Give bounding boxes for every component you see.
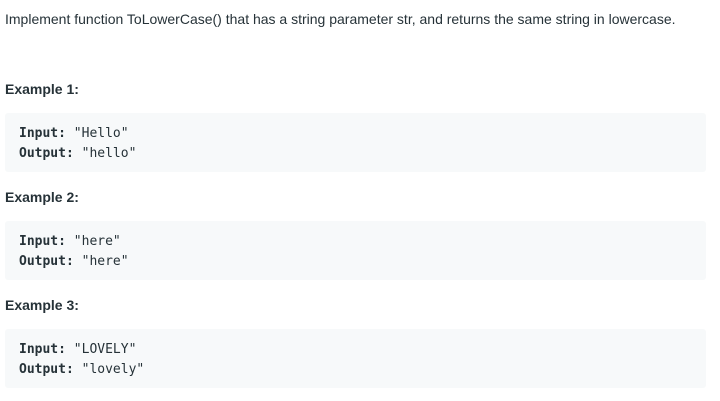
output-label: Output: [19, 146, 74, 161]
output-value: "hello" [73, 146, 137, 161]
output-label: Output: [19, 254, 74, 269]
example-2-output-line: Output: "here" [19, 252, 706, 272]
example-1-code-block: Input: "Hello" Output: "hello" [5, 113, 706, 172]
example-3-code-block: Input: "LOVELY" Output: "lovely" [5, 329, 706, 388]
output-label: Output: [19, 362, 74, 377]
input-label: Input: [19, 342, 66, 357]
example-1-heading: Example 1: [5, 81, 79, 97]
example-2-code-block: Input: "here" Output: "here" [5, 221, 706, 280]
problem-description: Implement function ToLowerCase() that ha… [5, 11, 676, 27]
input-value: "LOVELY" [65, 342, 137, 357]
example-3-input-line: Input: "LOVELY" [19, 340, 706, 360]
output-value: "lovely" [73, 362, 145, 377]
input-label: Input: [19, 234, 66, 249]
problem-page: Implement function ToLowerCase() that ha… [0, 0, 720, 401]
example-2-heading: Example 2: [5, 189, 79, 205]
input-label: Input: [19, 126, 66, 141]
input-value: "Hello" [65, 126, 129, 141]
example-3-output-line: Output: "lovely" [19, 360, 706, 380]
input-value: "here" [65, 234, 121, 249]
example-1-input-line: Input: "Hello" [19, 124, 706, 144]
example-1-output-line: Output: "hello" [19, 144, 706, 164]
example-3-heading: Example 3: [5, 297, 79, 313]
example-2-input-line: Input: "here" [19, 232, 706, 252]
output-value: "here" [73, 254, 129, 269]
